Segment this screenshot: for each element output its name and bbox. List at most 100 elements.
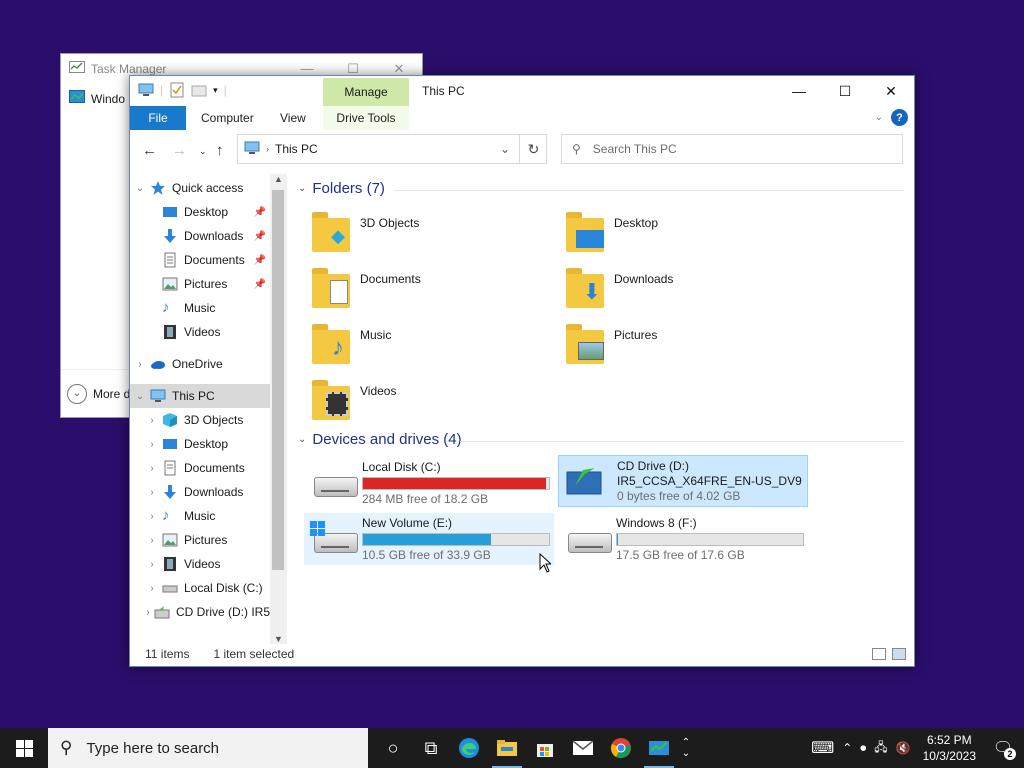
forward-arrow-icon[interactable]: → [172,142,187,159]
chevron-down-icon[interactable]: ⌄ [67,383,87,404]
folder-pictures[interactable]: Pictures [556,322,796,370]
up-arrow-icon[interactable]: ↑ [216,142,224,159]
chrome-icon[interactable] [602,728,640,768]
hard-drive-icon [310,465,358,505]
drive-c[interactable]: Local Disk (C:) 284 MB free of 18.2 GB [304,457,554,509]
folder-3d-objects[interactable]: ◆ 3D Objects [302,210,542,258]
tab-computer[interactable]: Computer [201,106,254,130]
drive-d[interactable]: CD Drive (D:) IR5_CCSA_X64FRE_EN-US_DV9 … [558,455,808,507]
large-icons-view-icon[interactable] [892,648,906,660]
taskbar-search-input[interactable]: Type here to search [86,740,219,757]
sidebar-item-pictures[interactable]: › Pictures [130,528,270,552]
folder-videos[interactable]: Videos [302,378,542,426]
search-box[interactable]: ⚲ Search This PC [561,134,903,164]
sidebar-item-desktop[interactable]: › Desktop [130,432,270,456]
sidebar-item-cd-drive-d[interactable]: › CD Drive (D:) IR5 [130,600,270,624]
network-icon[interactable]: 🖧 [874,738,887,759]
sidebar-item-documents[interactable]: › Documents [130,456,270,480]
film-icon [164,325,176,339]
close-icon[interactable]: ✕ [868,76,914,106]
computer-icon[interactable] [138,82,154,98]
folder-desktop[interactable]: Desktop [556,210,796,258]
devices-group-header[interactable]: ⌄ Devices and drives (4) [298,431,462,448]
pin-icon[interactable]: 📌 [254,255,266,266]
properties-icon[interactable] [169,82,185,98]
drive-e[interactable]: New Volume (E:) 10.5 GB free of 33.9 GB [304,513,554,565]
sidebar-item-this-pc[interactable]: ⌄ This PC [130,384,270,408]
explorer-titlebar[interactable]: | ▾ | Manage This PC — ☐ ✕ [130,76,914,106]
sidebar-item-downloads[interactable]: › Downloads [130,480,270,504]
edge-browser-icon[interactable] [450,728,488,768]
back-arrow-icon[interactable]: ← [142,142,157,159]
pin-icon[interactable]: 📌 [254,231,266,242]
qat-customize-icon[interactable]: ▾ [213,85,218,96]
start-button[interactable] [0,728,48,768]
pin-icon[interactable]: 📌 [254,207,266,218]
sidebar-item-label: Pictures [184,277,228,291]
hard-drive-icon [162,585,178,593]
clock[interactable]: 6:52 PM 10/3/2023 [919,732,980,764]
search-input[interactable]: Search This PC [593,142,677,156]
more-details-link[interactable]: More d [93,387,130,401]
sidebar-item-quick-access[interactable]: ⌄ Quick access [130,176,270,200]
address-bar[interactable]: › This PC ⌄ [237,134,547,164]
address-dropdown-icon[interactable]: ⌄ [500,142,520,156]
meet-now-icon[interactable]: ⏺ [860,741,866,756]
tab-file[interactable]: File [130,106,186,130]
pin-icon[interactable]: 📌 [254,279,266,290]
chevron-down-icon[interactable]: ⌄ [298,434,306,445]
chevron-down-icon[interactable]: ⌄ [298,183,306,194]
task-view-icon[interactable]: ⧉ [412,728,450,768]
scroll-up-icon[interactable]: ▲ [270,174,287,184]
breadcrumb-separator-icon[interactable]: › [266,144,269,154]
sidebar-item-desktop[interactable]: Desktop 📌 [130,200,270,224]
new-folder-icon[interactable] [191,82,207,98]
chevron-up-icon[interactable]: ⌃ [842,741,852,755]
tab-drive-tools[interactable]: Drive Tools [323,106,409,130]
drive-f[interactable]: Windows 8 (F:) 17.5 GB free of 17.6 GB [558,513,808,565]
sidebar-item-pictures[interactable]: Pictures 📌 [130,272,270,296]
task-manager-icon[interactable] [640,728,678,768]
tab-view[interactable]: View [280,106,306,130]
sidebar-item-videos[interactable]: › Videos [130,552,270,576]
details-view-icon[interactable] [872,648,886,660]
sidebar-item-videos[interactable]: Videos [130,320,270,344]
breadcrumb[interactable]: This PC [275,142,318,156]
volume-muted-icon[interactable]: 🔇 [896,741,911,755]
sidebar-item-3d-objects[interactable]: › 3D Objects [130,408,270,432]
group-divider [394,190,904,191]
maximize-icon[interactable]: ☐ [822,76,868,106]
mail-icon[interactable] [564,728,602,768]
sidebar-item-onedrive[interactable]: › OneDrive [130,352,270,376]
taskbar-search-box[interactable]: ⚲ Type here to search [48,728,368,768]
drive-usage-fill [617,534,619,545]
minimize-icon[interactable]: — [776,76,822,106]
notification-center-button[interactable]: 🗨 2 [988,736,1018,760]
folder-documents[interactable]: Documents [302,266,542,314]
scrollbar-thumb[interactable] [272,190,284,570]
sidebar-item-documents[interactable]: Documents 📌 [130,248,270,272]
folders-group-header[interactable]: ⌄ Folders (7) [298,180,385,197]
keyboard-icon[interactable]: ⌨ [811,738,834,758]
chevron-right-icon[interactable]: › [130,359,150,370]
system-tray: ⌨ ⌃ ⏺ 🖧 🔇 6:52 PM 10/3/2023 🗨 2 [811,728,1024,768]
file-explorer-window[interactable]: | ▾ | Manage This PC — ☐ ✕ File Computer… [129,75,915,667]
manage-contextual-tab[interactable]: Manage [323,78,409,106]
navigation-scrollbar[interactable]: ▲ ▼ [270,174,287,644]
folder-music[interactable]: ♪ Music [302,322,542,370]
folder-downloads[interactable]: ⬇ Downloads [556,266,796,314]
file-explorer-icon[interactable] [488,728,526,768]
recent-locations-icon[interactable]: ⌄ [199,146,207,157]
sidebar-item-music[interactable]: ♪ Music [130,296,270,320]
store-icon[interactable] [526,728,564,768]
sidebar-item-music[interactable]: › ♪ Music [130,504,270,528]
sidebar-item-local-disk-c[interactable]: › Local Disk (C:) [130,576,270,600]
ribbon-expand-icon[interactable]: ⌄ [875,112,883,123]
help-icon[interactable]: ? [891,109,908,126]
chevron-down-icon[interactable]: ⌄ [130,183,150,194]
chevron-down-icon[interactable]: ⌄ [130,391,150,402]
taskbar-scroll-icon[interactable]: ⌃ ⌄ [678,728,694,768]
refresh-icon[interactable]: ↻ [519,135,547,163]
sidebar-item-downloads[interactable]: Downloads 📌 [130,224,270,248]
cortana-icon[interactable]: ○ [374,728,412,768]
